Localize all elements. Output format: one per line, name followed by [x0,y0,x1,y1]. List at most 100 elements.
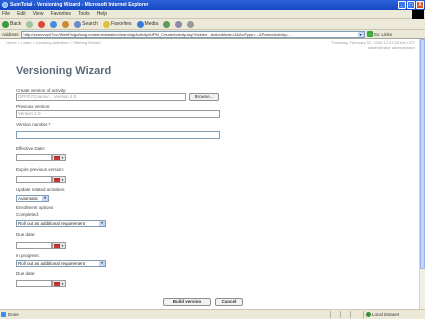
menu-file[interactable]: File [2,11,10,17]
window-controls: _ □ X [398,1,424,9]
in-progress-label: In progress: [16,253,40,258]
refresh-icon [50,20,58,28]
maximize-button[interactable]: □ [407,1,415,9]
favorites-button[interactable]: Favorites [102,20,132,28]
mail-icon [175,20,183,28]
print-button[interactable] [187,20,195,28]
mail-button[interactable] [175,20,183,28]
chevron-down-icon: ▼ [61,281,64,286]
expire-previous-label: Expire previous version: [16,167,65,172]
page-title: Versioning Wizard [16,65,112,77]
in-progress-due-date-input[interactable] [16,280,52,287]
menu-help[interactable]: Help [97,11,107,17]
star-icon [102,20,110,28]
minimize-button[interactable]: _ [398,1,406,9]
chevron-down-icon: ▼ [42,196,48,201]
home-button[interactable] [62,20,70,28]
forward-button[interactable] [26,20,34,28]
address-label: Address [2,31,19,37]
calendar-icon [54,155,60,160]
menu-edit[interactable]: Edit [17,11,26,17]
effective-date-input[interactable] [16,154,52,161]
menu-view[interactable]: View [33,11,44,17]
search-label: Search [82,21,98,27]
in-progress-select[interactable]: Roll out as additional requirement ▼ [16,260,106,267]
go-button[interactable]: → Go [366,31,380,37]
ie-icon [2,2,8,8]
completed-due-date-input[interactable] [16,242,52,249]
calendar-icon [54,177,60,182]
back-label: Back [10,21,22,27]
version-number-label: Version number:* [16,122,51,127]
search-button[interactable]: Search [74,20,98,28]
back-button[interactable]: Back [2,20,22,28]
window-titlebar: SumTotal - Versioning Wizard - Microsoft… [0,0,425,10]
address-bar: Address http://sxstvvxp07vvr/WebFargo/la… [0,30,425,39]
chevron-down-icon: ▼ [61,155,64,160]
update-related-select[interactable]: Automatic ▼ [16,195,49,202]
toolbar: Back Search Favorites Media [0,19,425,30]
calendar-icon [54,281,60,286]
vertical-scrollbar[interactable] [419,39,425,309]
completed-label: Completed: [16,212,40,217]
due-date-label: Due date: [16,271,36,276]
version-number-input[interactable] [16,131,220,139]
update-related-value: Automatic [18,196,39,201]
windows-logo-icon [412,10,424,19]
status-divider [340,311,341,318]
stop-icon [38,20,46,28]
address-input[interactable]: http://sxstvvxp07vvr/WebFargo/lang-en/ad… [20,30,365,38]
stop-button[interactable] [38,20,46,28]
in-progress-value: Roll out as additional requirement [18,261,86,266]
address-url: http://sxstvvxp07vvr/WebFargo/lang-en/ad… [23,31,292,37]
previous-version-field: Version 2.0 [16,110,220,118]
menu-tools[interactable]: Tools [78,11,90,17]
go-arrow-icon: → [366,31,373,37]
effective-date-calendar-button[interactable]: ▼ [52,154,66,161]
enrollment-options-label: Enrollment options [16,205,54,210]
history-button[interactable] [163,20,171,28]
zone-label: Local intranet [372,312,400,317]
media-label: Media [144,21,159,27]
expire-previous-input[interactable] [16,176,52,183]
create-version-field: OFFG7Course/... Version 2.0 [16,93,186,101]
menu-favorites[interactable]: Favorites [50,11,71,17]
completed-select[interactable]: Roll out as additional requirement ▼ [16,220,106,227]
status-bar: Done Local intranet [0,309,425,319]
browse-button[interactable]: Browse... [189,93,219,101]
intranet-zone-icon [366,312,371,317]
history-icon [163,20,171,28]
links-button[interactable]: Links [382,32,393,37]
chevron-down-icon[interactable]: ▾ [357,31,364,37]
refresh-button[interactable] [50,20,58,28]
forward-arrow-icon [26,20,34,28]
page-content: Home > Learn > Learning Activities > Off… [0,39,419,309]
status-text: Done [8,312,19,317]
media-button[interactable]: Media [136,20,159,28]
completed-value: Roll out as additional requirement [18,221,86,226]
page-meta: Thursday, February 02, 2006 12:37:53 AM … [331,40,415,50]
breadcrumb[interactable]: Home > Learn > Learning Activities > Off… [6,40,101,45]
window-title: SumTotal - Versioning Wizard - Microsoft… [10,2,149,8]
close-button[interactable]: X [416,1,424,9]
go-label: Go [373,31,380,37]
build-version-button[interactable]: Build version [163,298,211,306]
cancel-button[interactable]: Cancel [215,298,243,306]
current-user: administrator administrator [367,45,415,50]
search-icon [74,20,82,28]
chevron-down-icon: ▼ [99,221,105,226]
due-date-label: Due date: [16,232,36,237]
scrollbar-thumb[interactable] [420,39,425,269]
calendar-icon [54,243,60,248]
in-progress-due-date-calendar-button[interactable]: ▼ [52,280,66,287]
chevron-down-icon: ▼ [61,177,64,182]
completed-due-date-calendar-button[interactable]: ▼ [52,242,66,249]
status-divider [350,311,351,318]
effective-date-label: Effective Date: [16,146,46,151]
page-done-icon [1,312,6,317]
previous-version-label: Previous version: [16,104,51,109]
print-icon [187,20,195,28]
chevron-down-icon: ▼ [99,261,105,266]
expire-previous-calendar-button[interactable]: ▼ [52,176,66,183]
back-arrow-icon [2,20,9,28]
